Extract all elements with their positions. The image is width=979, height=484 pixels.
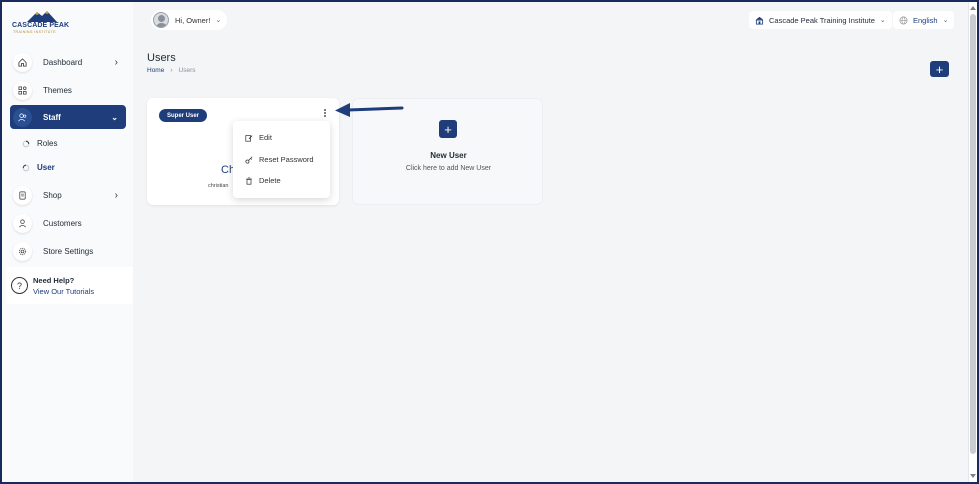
themes-icon (13, 80, 32, 100)
home-icon (13, 52, 32, 72)
user-email: christian (208, 183, 229, 189)
shop-icon (13, 185, 32, 205)
page-title: Users (147, 52, 176, 64)
scrollbar-thumb[interactable] (970, 14, 976, 454)
menu-item-reset-password[interactable]: Reset Password (245, 155, 314, 164)
sidebar: CASCADE PEAK TRAINING INSTITUTE Dashboar… (2, 2, 133, 482)
avatar (153, 12, 169, 28)
sidebar-item-themes[interactable]: Themes (10, 78, 126, 102)
sidebar-item-customers[interactable]: Customers (10, 211, 126, 235)
breadcrumb: Home › Users (147, 67, 196, 74)
settings-icon (13, 241, 32, 261)
role-badge: Super User (159, 109, 208, 122)
help-title: Need Help? (33, 275, 75, 285)
sidebar-item-shop[interactable]: Shop › (10, 183, 126, 207)
chevron-right-icon: › (114, 56, 118, 68)
sidebar-item-staff[interactable]: Staff ⌄ (10, 105, 126, 129)
brand-logo[interactable]: CASCADE PEAK TRAINING INSTITUTE (12, 10, 72, 36)
pointer-arrow-icon (335, 103, 404, 117)
new-user-subtitle: Click here to add New User (405, 165, 492, 172)
new-user-title: New User (430, 151, 467, 160)
tutorials-link[interactable]: View Our Tutorials (33, 287, 94, 296)
progress-ring-icon (22, 164, 30, 171)
scroll-down-icon[interactable] (970, 474, 976, 478)
breadcrumb-home[interactable]: Home (147, 67, 164, 74)
trash-icon (245, 176, 253, 185)
scrollbar[interactable] (968, 2, 977, 482)
help-icon: ? (11, 277, 28, 294)
menu-item-delete[interactable]: Delete (245, 176, 281, 185)
sidebar-subitem-roles[interactable]: Roles (22, 139, 57, 148)
institute-selector[interactable]: Cascade Peak Training Institute ⌄ (749, 11, 892, 29)
user-actions-menu: Edit Reset Password Delete (233, 121, 330, 198)
chevron-down-icon: ⌄ (111, 112, 118, 122)
chevron-right-icon: › (114, 189, 118, 201)
sidebar-item-label: Dashboard (43, 57, 83, 67)
menu-item-edit[interactable]: Edit (245, 133, 272, 142)
edit-icon (245, 134, 253, 142)
plus-icon: + (935, 61, 944, 77)
brand-tagline: TRAINING INSTITUTE (13, 30, 56, 34)
chevron-down-icon: ⌄ (879, 17, 886, 24)
language-label: English (913, 15, 938, 25)
chevron-down-icon: ⌄ (942, 17, 949, 24)
progress-ring-icon (22, 140, 30, 147)
sidebar-item-label: Shop (43, 190, 62, 200)
user-menu[interactable]: Hi, Owner! ⌄ (151, 10, 228, 30)
plus-icon: + (439, 120, 457, 138)
customer-icon (13, 213, 32, 233)
add-user-button[interactable]: + (930, 61, 949, 77)
sidebar-subitem-user[interactable]: User (22, 163, 55, 172)
key-icon (245, 156, 253, 164)
sidebar-item-label: Themes (43, 85, 72, 95)
building-icon (755, 16, 764, 25)
greeting: Hi, Owner! (175, 15, 211, 25)
sidebar-item-label: Staff (43, 112, 61, 122)
more-options-icon[interactable] (323, 109, 327, 119)
sidebar-item-label: Customers (43, 218, 82, 228)
institute-name: Cascade Peak Training Institute (769, 15, 875, 25)
brand-name: CASCADE PEAK (12, 22, 70, 29)
scroll-up-icon[interactable] (970, 6, 976, 10)
mountain-icon (27, 11, 57, 22)
help-box: ? Need Help? View Our Tutorials (6, 267, 133, 304)
chevron-right-icon: › (170, 67, 173, 74)
sidebar-item-store-settings[interactable]: Store Settings (10, 239, 126, 263)
breadcrumb-current: Users (178, 67, 196, 74)
globe-icon (899, 16, 908, 24)
sidebar-item-label: Store Settings (43, 246, 94, 256)
chevron-down-icon: ⌄ (215, 17, 222, 24)
sidebar-item-dashboard[interactable]: Dashboard › (10, 50, 126, 74)
language-selector[interactable]: English ⌄ (893, 11, 955, 29)
staff-icon (13, 107, 32, 127)
